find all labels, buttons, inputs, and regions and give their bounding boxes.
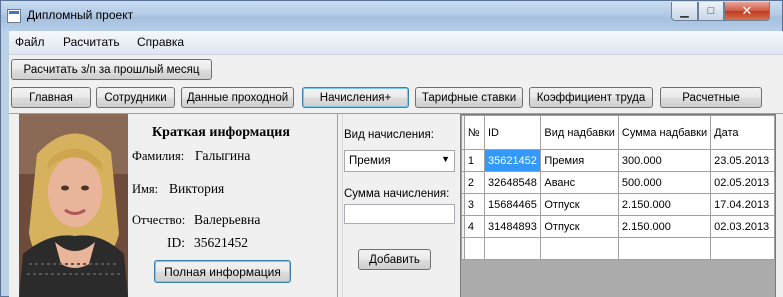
cell-id[interactable]: 15684465 bbox=[483, 193, 542, 216]
menu-file[interactable]: Файл bbox=[15, 35, 45, 49]
nav-tariffs-button[interactable]: Тарифные ставки bbox=[415, 87, 523, 108]
patronymic-value: Валерьевна bbox=[194, 212, 261, 227]
chevron-down-icon[interactable]: ▼ bbox=[441, 154, 450, 164]
full-info-button[interactable]: Полная информация bbox=[154, 260, 291, 283]
app-icon bbox=[7, 9, 21, 23]
maximize-button[interactable]: □ bbox=[698, 2, 724, 21]
accrual-type-label: Вид начисления: bbox=[344, 129, 434, 141]
nav-payroll-button[interactable]: Расчетные bbox=[660, 87, 762, 108]
name-value: Виктория bbox=[169, 181, 225, 196]
nav-labor-coef-button[interactable]: Коэффициент труда bbox=[529, 87, 653, 108]
app-window: Дипломный проект ▁ □ ✕ Файл Расчитать Сп… bbox=[0, 0, 783, 297]
cell-date[interactable]: 02.03.2013 bbox=[710, 215, 775, 238]
accrual-amount-label: Сумма начисления: bbox=[344, 188, 450, 200]
cell-number[interactable]: 4 bbox=[463, 215, 485, 238]
table-row[interactable]: 3 15684465 Отпуск 2.150.000 17.04.2013 bbox=[461, 193, 775, 216]
menu-bar: Файл Расчитать Справка bbox=[9, 31, 783, 55]
cell-date[interactable]: 02.05.2013 bbox=[710, 171, 775, 194]
cell-type[interactable]: Отпуск bbox=[540, 215, 619, 238]
column-header-number[interactable]: № bbox=[463, 115, 485, 150]
cell-id[interactable]: 31484893 bbox=[483, 215, 542, 238]
employee-photo bbox=[19, 114, 128, 297]
minimize-icon: ▁ bbox=[680, 5, 689, 18]
surname-label: Фамилия: bbox=[132, 149, 185, 163]
accrual-type-value: Премия bbox=[349, 155, 391, 167]
minimize-button[interactable]: ▁ bbox=[671, 2, 698, 21]
table-row[interactable]: 4 31484893 Отпуск 2.150.000 02.03.2013 bbox=[461, 215, 775, 238]
cell-type[interactable]: Премия bbox=[540, 149, 619, 172]
column-header-id[interactable]: ID bbox=[483, 115, 542, 150]
new-row[interactable] bbox=[461, 237, 775, 260]
nav-main-button[interactable]: Главная bbox=[11, 87, 91, 108]
cell-amount[interactable]: 300.000 bbox=[617, 149, 712, 172]
cell-type[interactable]: Отпуск bbox=[540, 193, 619, 216]
cell-date[interactable]: 23.05.2013 bbox=[710, 149, 775, 172]
accruals-table: № ID Вид надбавки Сумма надбавки Дата 1 … bbox=[461, 115, 775, 260]
close-button[interactable]: ✕ bbox=[724, 2, 770, 21]
window-title: Дипломный проект bbox=[27, 8, 134, 22]
table-row[interactable]: 2 32648548 Аванс 500.000 02.05.2013 bbox=[461, 171, 775, 194]
panel-divider-left bbox=[337, 114, 338, 297]
close-icon: ✕ bbox=[741, 3, 753, 18]
cell-number[interactable]: 2 bbox=[463, 171, 485, 194]
cell-number[interactable]: 1 bbox=[463, 149, 485, 172]
add-accrual-button[interactable]: Добавить bbox=[358, 249, 431, 270]
accruals-grid[interactable]: № ID Вид надбавки Сумма надбавки Дата 1 … bbox=[460, 114, 776, 297]
maximize-icon: □ bbox=[707, 5, 715, 17]
cell-id[interactable]: 32648548 bbox=[483, 171, 542, 194]
cell-empty[interactable] bbox=[483, 237, 542, 260]
patronymic-label: Отчество: bbox=[132, 213, 186, 227]
title-bar[interactable]: Дипломный проект ▁ □ ✕ bbox=[1, 1, 782, 31]
client-area: Файл Расчитать Справка Расчитать з/п за … bbox=[9, 31, 783, 297]
accrual-amount-input[interactable] bbox=[344, 204, 455, 224]
id-value: 35621452 bbox=[194, 235, 248, 250]
nav-accruals-button[interactable]: Начисления+ bbox=[302, 87, 409, 108]
menu-calculate[interactable]: Расчитать bbox=[63, 35, 120, 49]
cell-empty[interactable] bbox=[617, 237, 712, 260]
id-label: ID: bbox=[167, 235, 185, 250]
cell-amount[interactable]: 500.000 bbox=[617, 171, 712, 194]
surname-value: Галыгина bbox=[195, 148, 251, 163]
cell-empty[interactable] bbox=[710, 237, 775, 260]
cell-number[interactable]: 3 bbox=[463, 193, 485, 216]
cell-empty[interactable] bbox=[540, 237, 619, 260]
name-label: Имя: bbox=[132, 182, 159, 196]
accrual-type-select[interactable]: Премия ▼ bbox=[344, 150, 455, 172]
nav-employees-button[interactable]: Сотрудники bbox=[96, 87, 175, 108]
cell-id[interactable]: 35621452 bbox=[483, 149, 542, 172]
cell-type[interactable]: Аванс bbox=[540, 171, 619, 194]
info-section-title: Краткая информация bbox=[152, 125, 290, 140]
cell-date[interactable]: 17.04.2013 bbox=[710, 193, 775, 216]
cell-amount[interactable]: 2.150.000 bbox=[617, 193, 712, 216]
menu-help[interactable]: Справка bbox=[137, 35, 184, 49]
column-header-type[interactable]: Вид надбавки bbox=[540, 115, 619, 150]
column-header-date[interactable]: Дата bbox=[710, 115, 775, 150]
table-row[interactable]: 1 35621452 Премия 300.000 23.05.2013 bbox=[461, 149, 775, 172]
cell-empty[interactable] bbox=[463, 237, 485, 260]
nav-checkpoint-button[interactable]: Данные проходной bbox=[181, 87, 294, 108]
column-header-amount[interactable]: Сумма надбавки bbox=[617, 115, 712, 150]
panel-divider-left-highlight bbox=[342, 114, 343, 297]
table-header-row: № ID Вид надбавки Сумма надбавки Дата bbox=[461, 115, 775, 150]
cell-amount[interactable]: 2.150.000 bbox=[617, 215, 712, 238]
calc-prev-month-button[interactable]: Расчитать з/п за прошлый месяц bbox=[11, 59, 212, 80]
